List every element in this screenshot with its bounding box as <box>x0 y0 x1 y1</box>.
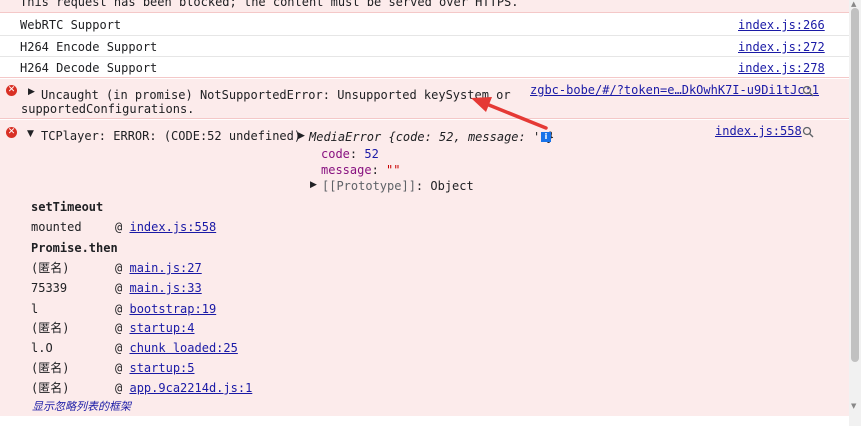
expand-triangle-icon[interactable]: ▶ <box>28 87 35 97</box>
stack-frame-function: (匿名) <box>31 361 70 375</box>
show-ignored-frames-link[interactable]: 显示忽略列表的框架 <box>32 400 131 414</box>
stack-frame-function: mounted <box>31 220 82 234</box>
blocked-request-row: This request has been blocked; the conte… <box>0 0 849 13</box>
stack-frame-link[interactable]: startup:5 <box>129 361 194 375</box>
scrollbar-thumb[interactable] <box>851 8 859 362</box>
scroll-up-icon[interactable]: ▲ <box>851 0 856 8</box>
stack-frame-function: (匿名) <box>31 321 70 335</box>
source-link[interactable]: index.js:558 <box>715 124 802 138</box>
blocked-request-text: This request has been blocked; the conte… <box>20 0 519 9</box>
stack-frame-location: @ main.js:33 <box>115 281 202 295</box>
console-panel: This request has been blocked; the conte… <box>0 0 849 426</box>
source-link[interactable]: index.js:266 <box>738 18 825 32</box>
log-text: H264 Encode Support <box>20 40 158 54</box>
source-link[interactable]: index.js:272 <box>738 40 825 54</box>
property-value: "" <box>386 163 401 177</box>
stack-frame-function: setTimeout <box>31 200 104 214</box>
stack-frame-link[interactable]: app.9ca2214d.js:1 <box>129 381 252 395</box>
property-prototype[interactable]: [[Prototype]]: Object <box>322 179 474 193</box>
stack-frame-location: @ bootstrap:19 <box>115 302 216 316</box>
stack-frame-function: l <box>31 302 39 316</box>
stack-frame-location: @ index.js:558 <box>115 220 216 234</box>
source-link[interactable]: zgbc-bobe/#/?token=e…DkOwhK7I-u9Di1tJc:1 <box>530 83 819 97</box>
tcplayer-error-text: TCPlayer: ERROR: (CODE:52 undefined) <box>41 129 302 143</box>
info-icon[interactable]: i <box>541 132 551 142</box>
property-key: [[Prototype]] <box>322 179 416 193</box>
property-key: message <box>321 163 372 177</box>
console-log-row: H264 Decode Support index.js:278 <box>0 57 849 78</box>
error-icon: ✕ <box>6 127 17 138</box>
collapse-triangle-icon[interactable]: ▼ <box>27 129 34 139</box>
uncaught-error-line2: supportedConfigurations. <box>21 102 195 116</box>
search-icon[interactable] <box>802 85 814 97</box>
search-icon[interactable] <box>802 126 814 138</box>
log-text: WebRTC Support <box>20 18 122 32</box>
stack-frame-function: (匿名) <box>31 381 70 395</box>
source-link[interactable]: index.js:278 <box>738 61 825 75</box>
error-icon: ✕ <box>6 85 17 96</box>
property-message: message: "" <box>321 163 401 177</box>
stack-frame-location: @ main.js:27 <box>115 261 202 275</box>
uncaught-error-row: ✕ ▶ Uncaught (in promise) NotSupportedEr… <box>0 79 849 119</box>
scroll-down-icon[interactable]: ▼ <box>851 402 856 410</box>
stack-frame-location: @ startup:4 <box>115 321 195 335</box>
console-log-row: H264 Encode Support index.js:272 <box>0 36 849 57</box>
log-text: H264 Decode Support <box>20 61 158 75</box>
stack-frame-function: Promise.then <box>31 241 118 255</box>
expand-triangle-icon[interactable]: ▶ <box>310 180 317 190</box>
stack-frame-function: (匿名) <box>31 261 70 275</box>
stack-frame-link[interactable]: main.js:33 <box>129 281 201 295</box>
uncaught-error-line1: Uncaught (in promise) NotSupportedError:… <box>41 88 511 102</box>
stack-frame-link[interactable]: chunk loaded:25 <box>129 341 237 355</box>
stack-frame-function: l.O <box>31 341 53 355</box>
stack-frame-link[interactable]: main.js:27 <box>129 261 201 275</box>
media-error-preview[interactable]: MediaError {code: 52, message: ''} <box>309 130 555 144</box>
stack-frame-location: @ startup:5 <box>115 361 195 375</box>
stack-frame-function: 75339 <box>31 281 68 295</box>
stack-frame-link[interactable]: startup:4 <box>129 321 194 335</box>
tcplayer-error-row: ✕ ▼ TCPlayer: ERROR: (CODE:52 undefined)… <box>0 120 849 416</box>
stack-frame-link[interactable]: bootstrap:19 <box>129 302 216 316</box>
console-log-row: WebRTC Support index.js:266 <box>0 13 849 36</box>
stack-frame-location: @ app.9ca2214d.js:1 <box>115 381 252 395</box>
stack-frame-link[interactable]: index.js:558 <box>129 220 216 234</box>
stack-frame-location: @ chunk loaded:25 <box>115 341 238 355</box>
vertical-scrollbar[interactable]: ▲ ▼ <box>849 0 861 426</box>
expand-triangle-icon[interactable]: ▶ <box>298 131 305 141</box>
property-key: code <box>321 147 350 161</box>
property-value: Object <box>430 179 474 193</box>
property-code: code: 52 <box>321 147 379 161</box>
property-value: 52 <box>364 147 379 161</box>
